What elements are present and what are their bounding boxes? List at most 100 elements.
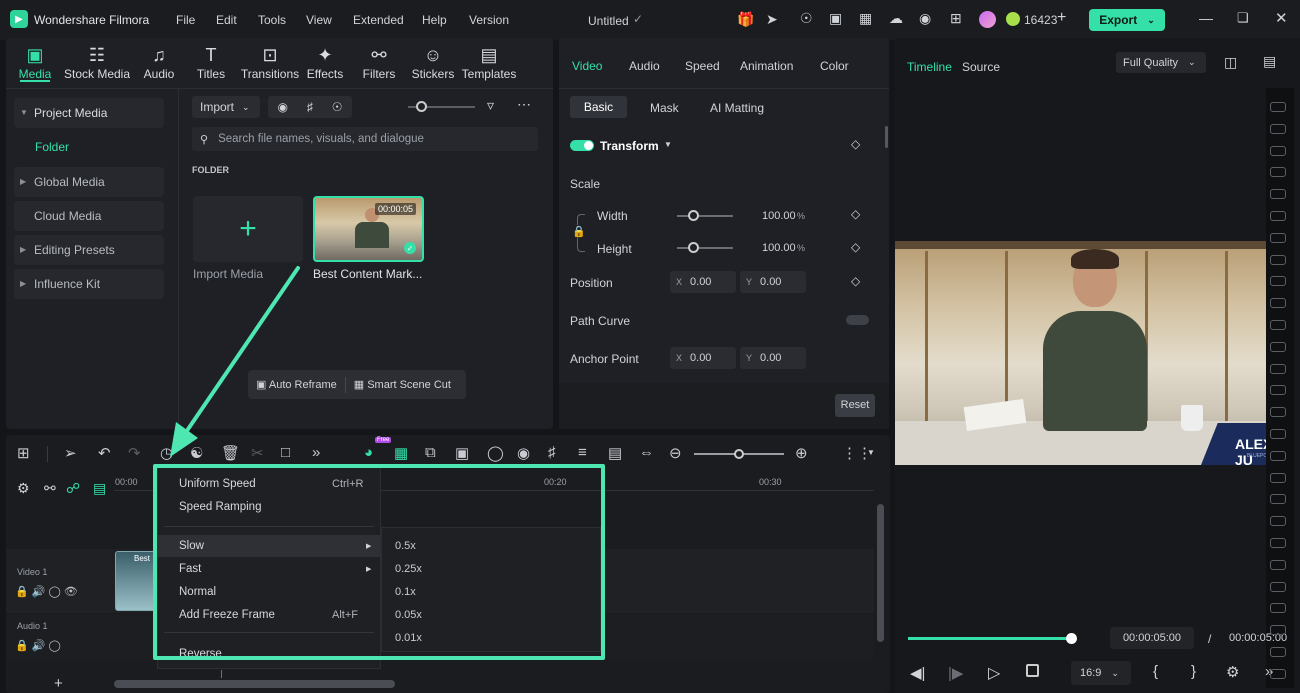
sidebar-item-editing-presets[interactable]: ▶ Editing Presets	[14, 235, 164, 265]
undo-icon[interactable]: ↶	[98, 444, 111, 462]
tab-effects[interactable]: ✦ Effects	[298, 43, 352, 81]
stop-icon[interactable]	[1026, 664, 1039, 677]
tab-animation[interactable]: Animation	[740, 59, 793, 73]
subtab-ai-matting[interactable]: AI Matting	[710, 101, 764, 115]
smart-scene-cut-button[interactable]: ▦ Smart Scene Cut	[354, 378, 451, 391]
lock-icon[interactable]: 🔒	[572, 225, 586, 238]
sidebar-item-folder[interactable]: Folder	[35, 140, 69, 154]
tab-stickers[interactable]: ☺ Stickers	[406, 43, 460, 81]
transform-toggle[interactable]	[570, 140, 594, 151]
zoom-out-icon[interactable]: ⊖	[669, 444, 682, 462]
mask-icon[interactable]: ◉	[517, 444, 530, 462]
import-media-tile[interactable]: +	[193, 196, 303, 262]
anchor-y-field[interactable]: Y 0.00	[740, 347, 806, 369]
next-frame-icon[interactable]: |▶	[948, 664, 963, 682]
tab-speed[interactable]: Speed	[685, 59, 720, 73]
sidebar-item-project-media[interactable]: ▼ Project Media	[14, 98, 164, 128]
width-value[interactable]: 100.00	[762, 210, 796, 222]
caret-down-icon[interactable]: ▼	[867, 448, 875, 457]
height-slider-handle[interactable]	[688, 242, 699, 253]
ai-icon[interactable]: ☉	[332, 100, 343, 114]
path-curve-toggle[interactable]	[846, 315, 869, 325]
more-icon[interactable]: ⋯	[517, 96, 531, 113]
minimize-icon[interactable]: —	[1199, 10, 1213, 26]
mic-icon[interactable]: ♯	[548, 444, 556, 461]
mic-icon[interactable]: ♯	[307, 100, 313, 114]
record-icon[interactable]: ◉	[277, 100, 287, 114]
tab-filters[interactable]: ⚯ Filters	[352, 43, 406, 81]
menu-edit[interactable]: Edit	[216, 13, 237, 27]
progress-handle[interactable]	[1066, 633, 1077, 644]
fit-icon[interactable]: ⇔	[639, 444, 654, 461]
play-icon[interactable]: ▷	[988, 663, 1000, 683]
maximize-icon[interactable]: ❏	[1237, 10, 1249, 26]
import-dropdown[interactable]: Import ⌄	[192, 96, 260, 118]
menu-version[interactable]: Version	[469, 13, 509, 27]
replace-icon[interactable]: ⧉	[425, 444, 436, 461]
reset-button[interactable]: Reset	[835, 394, 875, 417]
cloud-icon[interactable]: ☁	[889, 10, 903, 27]
add-track-icon[interactable]: +	[54, 675, 63, 692]
menu-help[interactable]: Help	[422, 13, 447, 27]
shield-icon[interactable]: ◯	[487, 444, 504, 462]
width-slider[interactable]	[677, 210, 733, 221]
keyframe-diamond-icon[interactable]: ◇	[851, 207, 860, 221]
timeline-zoom-handle[interactable]	[734, 449, 744, 459]
mark-out-icon[interactable]: }	[1191, 663, 1196, 680]
aspect-ratio-dropdown[interactable]: 16:9 ⌄	[1071, 661, 1131, 685]
add-credits-icon[interactable]: +	[1057, 9, 1066, 27]
unlink-icon[interactable]: ⚯	[44, 480, 56, 497]
timeline-scrollbar[interactable]	[877, 504, 884, 642]
close-icon[interactable]: ✕	[1275, 9, 1288, 27]
position-x-field[interactable]: X 0.00	[670, 271, 736, 293]
avatar[interactable]	[979, 11, 996, 28]
subtab-basic[interactable]: Basic	[570, 96, 627, 118]
export-button[interactable]: Export ⌄	[1089, 9, 1165, 31]
snapshot-icon[interactable]: ▤	[1263, 53, 1276, 70]
tab-audio-props[interactable]: Audio	[629, 59, 660, 73]
current-time-box[interactable]: 00:00:05:00	[1110, 627, 1194, 649]
anchor-x-field[interactable]: X 0.00	[670, 347, 736, 369]
horizontal-scrollbar[interactable]	[114, 680, 395, 688]
menu-view[interactable]: View	[306, 13, 332, 27]
headset-icon[interactable]: ◉	[919, 10, 931, 27]
position-y-field[interactable]: Y 0.00	[740, 271, 806, 293]
ai-mate-icon[interactable]: ◕	[364, 444, 373, 461]
scrollbar[interactable]	[885, 126, 888, 148]
filter-icon[interactable]: ▿	[487, 97, 494, 114]
preview-progress[interactable]	[908, 633, 1077, 644]
zoom-in-icon[interactable]: ⊕	[795, 444, 808, 462]
tab-color[interactable]: Color	[820, 59, 849, 73]
gift-icon[interactable]: 🎁	[737, 11, 754, 28]
height-value[interactable]: 100.00	[762, 242, 796, 254]
height-slider[interactable]	[677, 242, 733, 253]
keyframe-diamond-icon[interactable]: ◇	[851, 240, 860, 254]
settings-icon[interactable]: ⚙	[1226, 663, 1239, 681]
zoom-slider-handle[interactable]	[416, 101, 427, 112]
compare-icon[interactable]: ◫	[1224, 54, 1237, 71]
tab-stock-media[interactable]: ☷ Stock Media	[62, 43, 132, 81]
layout-icon[interactable]: ▣	[829, 10, 842, 27]
bulb-icon[interactable]: ☉	[800, 10, 813, 27]
quality-dropdown[interactable]: Full Quality ⌄	[1116, 52, 1206, 73]
track-icon[interactable]: ▤	[93, 480, 106, 497]
timeline-zoom-slider[interactable]	[694, 449, 784, 459]
sidebar-item-influence-kit[interactable]: ▶ Influence Kit	[14, 269, 164, 299]
tab-media[interactable]: ▣ Media	[8, 43, 62, 81]
keyframe-diamond-icon[interactable]: ◇	[851, 274, 860, 288]
search-input[interactable]: ⚲ Search file names, visuals, and dialogu…	[192, 127, 538, 151]
mark-in-icon[interactable]: {	[1153, 663, 1158, 680]
tab-titles[interactable]: T Titles	[184, 43, 238, 81]
sidebar-item-cloud-media[interactable]: Cloud Media	[14, 201, 164, 231]
tab-templates[interactable]: ▤ Templates	[460, 43, 518, 81]
layout-grid-icon[interactable]: ⊞	[17, 444, 30, 462]
sidebar-item-global-media[interactable]: ▶ Global Media	[14, 167, 164, 197]
save-icon[interactable]: ▦	[859, 10, 872, 27]
track-settings-icon[interactable]: ⚙	[17, 480, 30, 497]
select-tool-icon[interactable]: ➢	[64, 444, 77, 462]
tab-audio[interactable]: ♫ Audio	[132, 43, 186, 81]
split-icon[interactable]: ▦	[394, 444, 408, 462]
send-icon[interactable]: ➤	[766, 11, 778, 28]
video-preview[interactable]: ALEX JU BLUEPOST D	[895, 241, 1294, 465]
prev-frame-icon[interactable]: ◀|	[910, 664, 925, 682]
